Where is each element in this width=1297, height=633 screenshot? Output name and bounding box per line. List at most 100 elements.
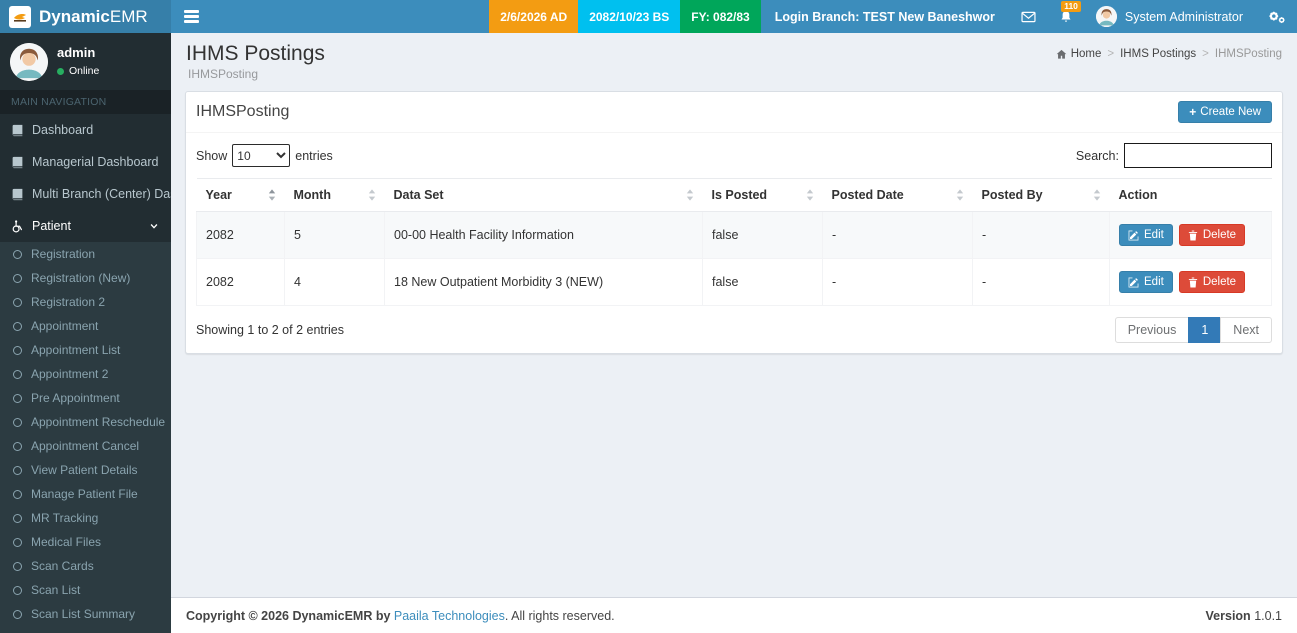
panel-body: Show 10 entries Search: Year Month Data Se…	[186, 133, 1282, 353]
ihms-posting-table: Year Month Data Set Is Posted Posted Date Pos…	[196, 178, 1272, 306]
sidebar-subitem-scan-cards[interactable]: Scan Cards	[0, 554, 171, 578]
cell-year: 2082	[196, 211, 285, 259]
table-head: Year Month Data Set Is Posted Posted Date Pos…	[196, 178, 1272, 212]
sidebar-subitem-label: Registration (New)	[31, 271, 131, 285]
sidebar-item-label: Multi Branch (Center) Dashboard	[32, 187, 171, 201]
user-status[interactable]: Online	[57, 65, 99, 77]
delete-button[interactable]: Delete	[1178, 271, 1246, 293]
sort-icon	[956, 189, 964, 201]
circle-o-icon	[13, 321, 22, 331]
sidebar-subitem-appointment-reschedule[interactable]: Appointment Reschedule	[0, 410, 171, 434]
user-menu[interactable]: System Administrator	[1084, 0, 1255, 33]
table-footer: Showing 1 to 2 of 2 entries Previous 1 N…	[196, 317, 1272, 343]
book-icon	[11, 124, 24, 137]
sidebar-subitem-appointment-list[interactable]: Appointment List	[0, 338, 171, 362]
sidebar-subitem-registration-new[interactable]: Registration (New)	[0, 266, 171, 290]
pagination-previous-button[interactable]: Previous	[1114, 317, 1190, 343]
sidebar-subitem-label: View Patient Details	[31, 463, 138, 477]
login-branch-label: Login Branch: TEST New Baneshwor	[774, 9, 995, 24]
sidebar-section-label: MAIN NAVIGATION	[0, 90, 171, 114]
sidebar-subitem-scan-list-summary[interactable]: Scan List Summary	[0, 602, 171, 626]
sidebar-subitem-label: Pre Appointment	[31, 391, 120, 405]
sidebar-subitem-label: Appointment List	[31, 343, 121, 357]
brand-logo-icon	[9, 5, 31, 28]
sidebar-item-managerial-dashboard[interactable]: Managerial Dashboard	[0, 146, 171, 178]
sidebar-item-multi-branch-center-dashboard[interactable]: Multi Branch (Center) Dashboard	[0, 178, 171, 210]
envelope-icon	[1021, 11, 1036, 23]
edit-button[interactable]: Edit	[1119, 271, 1173, 293]
pagination: Previous 1 Next	[1114, 317, 1272, 343]
sidebar-subitem-manage-patient-file[interactable]: Manage Patient File	[0, 482, 171, 506]
create-new-button[interactable]: + Create New	[1178, 101, 1272, 123]
sidebar-subitem-pre-appointment[interactable]: Pre Appointment	[0, 386, 171, 410]
breadcrumb-item-home[interactable]: Home	[1056, 48, 1101, 60]
trash-icon	[1188, 277, 1198, 288]
search-input[interactable]	[1124, 143, 1272, 168]
copyright-text: Copyright © 2026 DynamicEMR by Paaila Te…	[186, 608, 615, 623]
sidebar-subitem-label: Manage Patient File	[31, 487, 138, 501]
notification-count-badge: 110	[1061, 1, 1081, 12]
circle-o-icon	[13, 297, 22, 307]
table-info-text: Showing 1 to 2 of 2 entries	[196, 323, 345, 337]
bell-icon	[1060, 10, 1072, 23]
sidebar-user-panel: admin Online	[0, 33, 171, 90]
brand[interactable]: DynamicEMR	[0, 0, 171, 33]
user-status-label: Online	[69, 65, 100, 77]
table-row: 2082 5 00-00 Health Facility Information fa…	[196, 211, 1272, 259]
sidebar-item-dashboard[interactable]: Dashboard	[0, 114, 171, 146]
sidebar-subitem-coding[interactable]: Coding	[0, 626, 171, 633]
cell-data-set: 00-00 Health Facility Information	[384, 211, 703, 259]
show-label: Show	[196, 148, 228, 163]
sidebar-subitem-label: Scan List Summary	[31, 607, 136, 621]
sidebar-subitem-registration[interactable]: Registration	[0, 242, 171, 266]
sidebar-subitem-registration-2[interactable]: Registration 2	[0, 290, 171, 314]
circle-o-icon	[13, 345, 22, 355]
sidebar-item-label: Patient	[32, 219, 71, 233]
cell-month: 5	[284, 211, 385, 259]
column-header-month[interactable]: Month	[284, 178, 385, 212]
circle-o-icon	[13, 393, 22, 403]
edit-icon	[1128, 277, 1139, 288]
sidebar-subitem-scan-list[interactable]: Scan List	[0, 578, 171, 602]
column-header-is-posted[interactable]: Is Posted	[702, 178, 823, 212]
table-controls: Show 10 entries Search:	[196, 143, 1272, 168]
sidebar-subitem-label: Registration 2	[31, 295, 106, 309]
avatar	[1095, 6, 1117, 27]
content-header: IHMS Postings IHMSPosting Home > IHMS Post…	[171, 33, 1297, 86]
cell-is-posted: false	[702, 258, 823, 306]
table-row: 2082 4 18 New Outpatient Morbidity 3 (NEW)…	[196, 258, 1272, 306]
sidebar-subitem-label: Appointment 2	[31, 367, 109, 381]
breadcrumb-item-ihms-postings[interactable]: IHMS Postings	[1120, 48, 1196, 60]
online-status-icon	[57, 67, 64, 75]
settings-menu[interactable]	[1255, 0, 1297, 33]
sort-icon	[806, 189, 814, 201]
book-icon	[11, 188, 24, 201]
sidebar-subitem-mr-tracking[interactable]: MR Tracking	[0, 506, 171, 530]
column-header-posted-date[interactable]: Posted Date	[822, 178, 973, 212]
sidebar-subitem-appointment-cancel[interactable]: Appointment Cancel	[0, 434, 171, 458]
circle-o-icon	[13, 537, 22, 547]
cell-action: Edit Delete	[1109, 258, 1272, 306]
edit-button[interactable]: Edit	[1119, 224, 1173, 246]
page-length-select[interactable]: 10	[232, 144, 291, 167]
sidebar-item-patient[interactable]: Patient	[0, 210, 171, 242]
edit-icon	[1128, 230, 1139, 241]
navbar-right: 2/6/2026 AD 2082/10/23 BS FY: 082/83 Login…	[489, 0, 1297, 33]
delete-button[interactable]: Delete	[1178, 224, 1246, 246]
sidebar-toggle-button[interactable]	[171, 0, 211, 33]
sidebar-subitem-appointment[interactable]: Appointment	[0, 314, 171, 338]
pagination-page-1-button[interactable]: 1	[1188, 317, 1222, 343]
column-header-data-set[interactable]: Data Set	[384, 178, 703, 212]
panel-title: IHMSPosting	[196, 103, 290, 120]
pagination-next-button[interactable]: Next	[1220, 317, 1272, 343]
sidebar-subitem-medical-files[interactable]: Medical Files	[0, 530, 171, 554]
sidebar-subitem-label: Scan List	[31, 583, 81, 597]
column-header-year[interactable]: Year	[196, 178, 285, 212]
sidebar-subitem-appointment-2[interactable]: Appointment 2	[0, 362, 171, 386]
sidebar: admin Online MAIN NAVIGATION Dashboard Ma…	[0, 33, 171, 633]
messages-menu[interactable]	[1009, 0, 1048, 33]
notifications-menu[interactable]: 110	[1048, 0, 1084, 33]
column-header-posted-by[interactable]: Posted By	[972, 178, 1110, 212]
company-link[interactable]: Paaila Technologies	[394, 609, 505, 623]
sidebar-subitem-view-patient-details[interactable]: View Patient Details	[0, 458, 171, 482]
